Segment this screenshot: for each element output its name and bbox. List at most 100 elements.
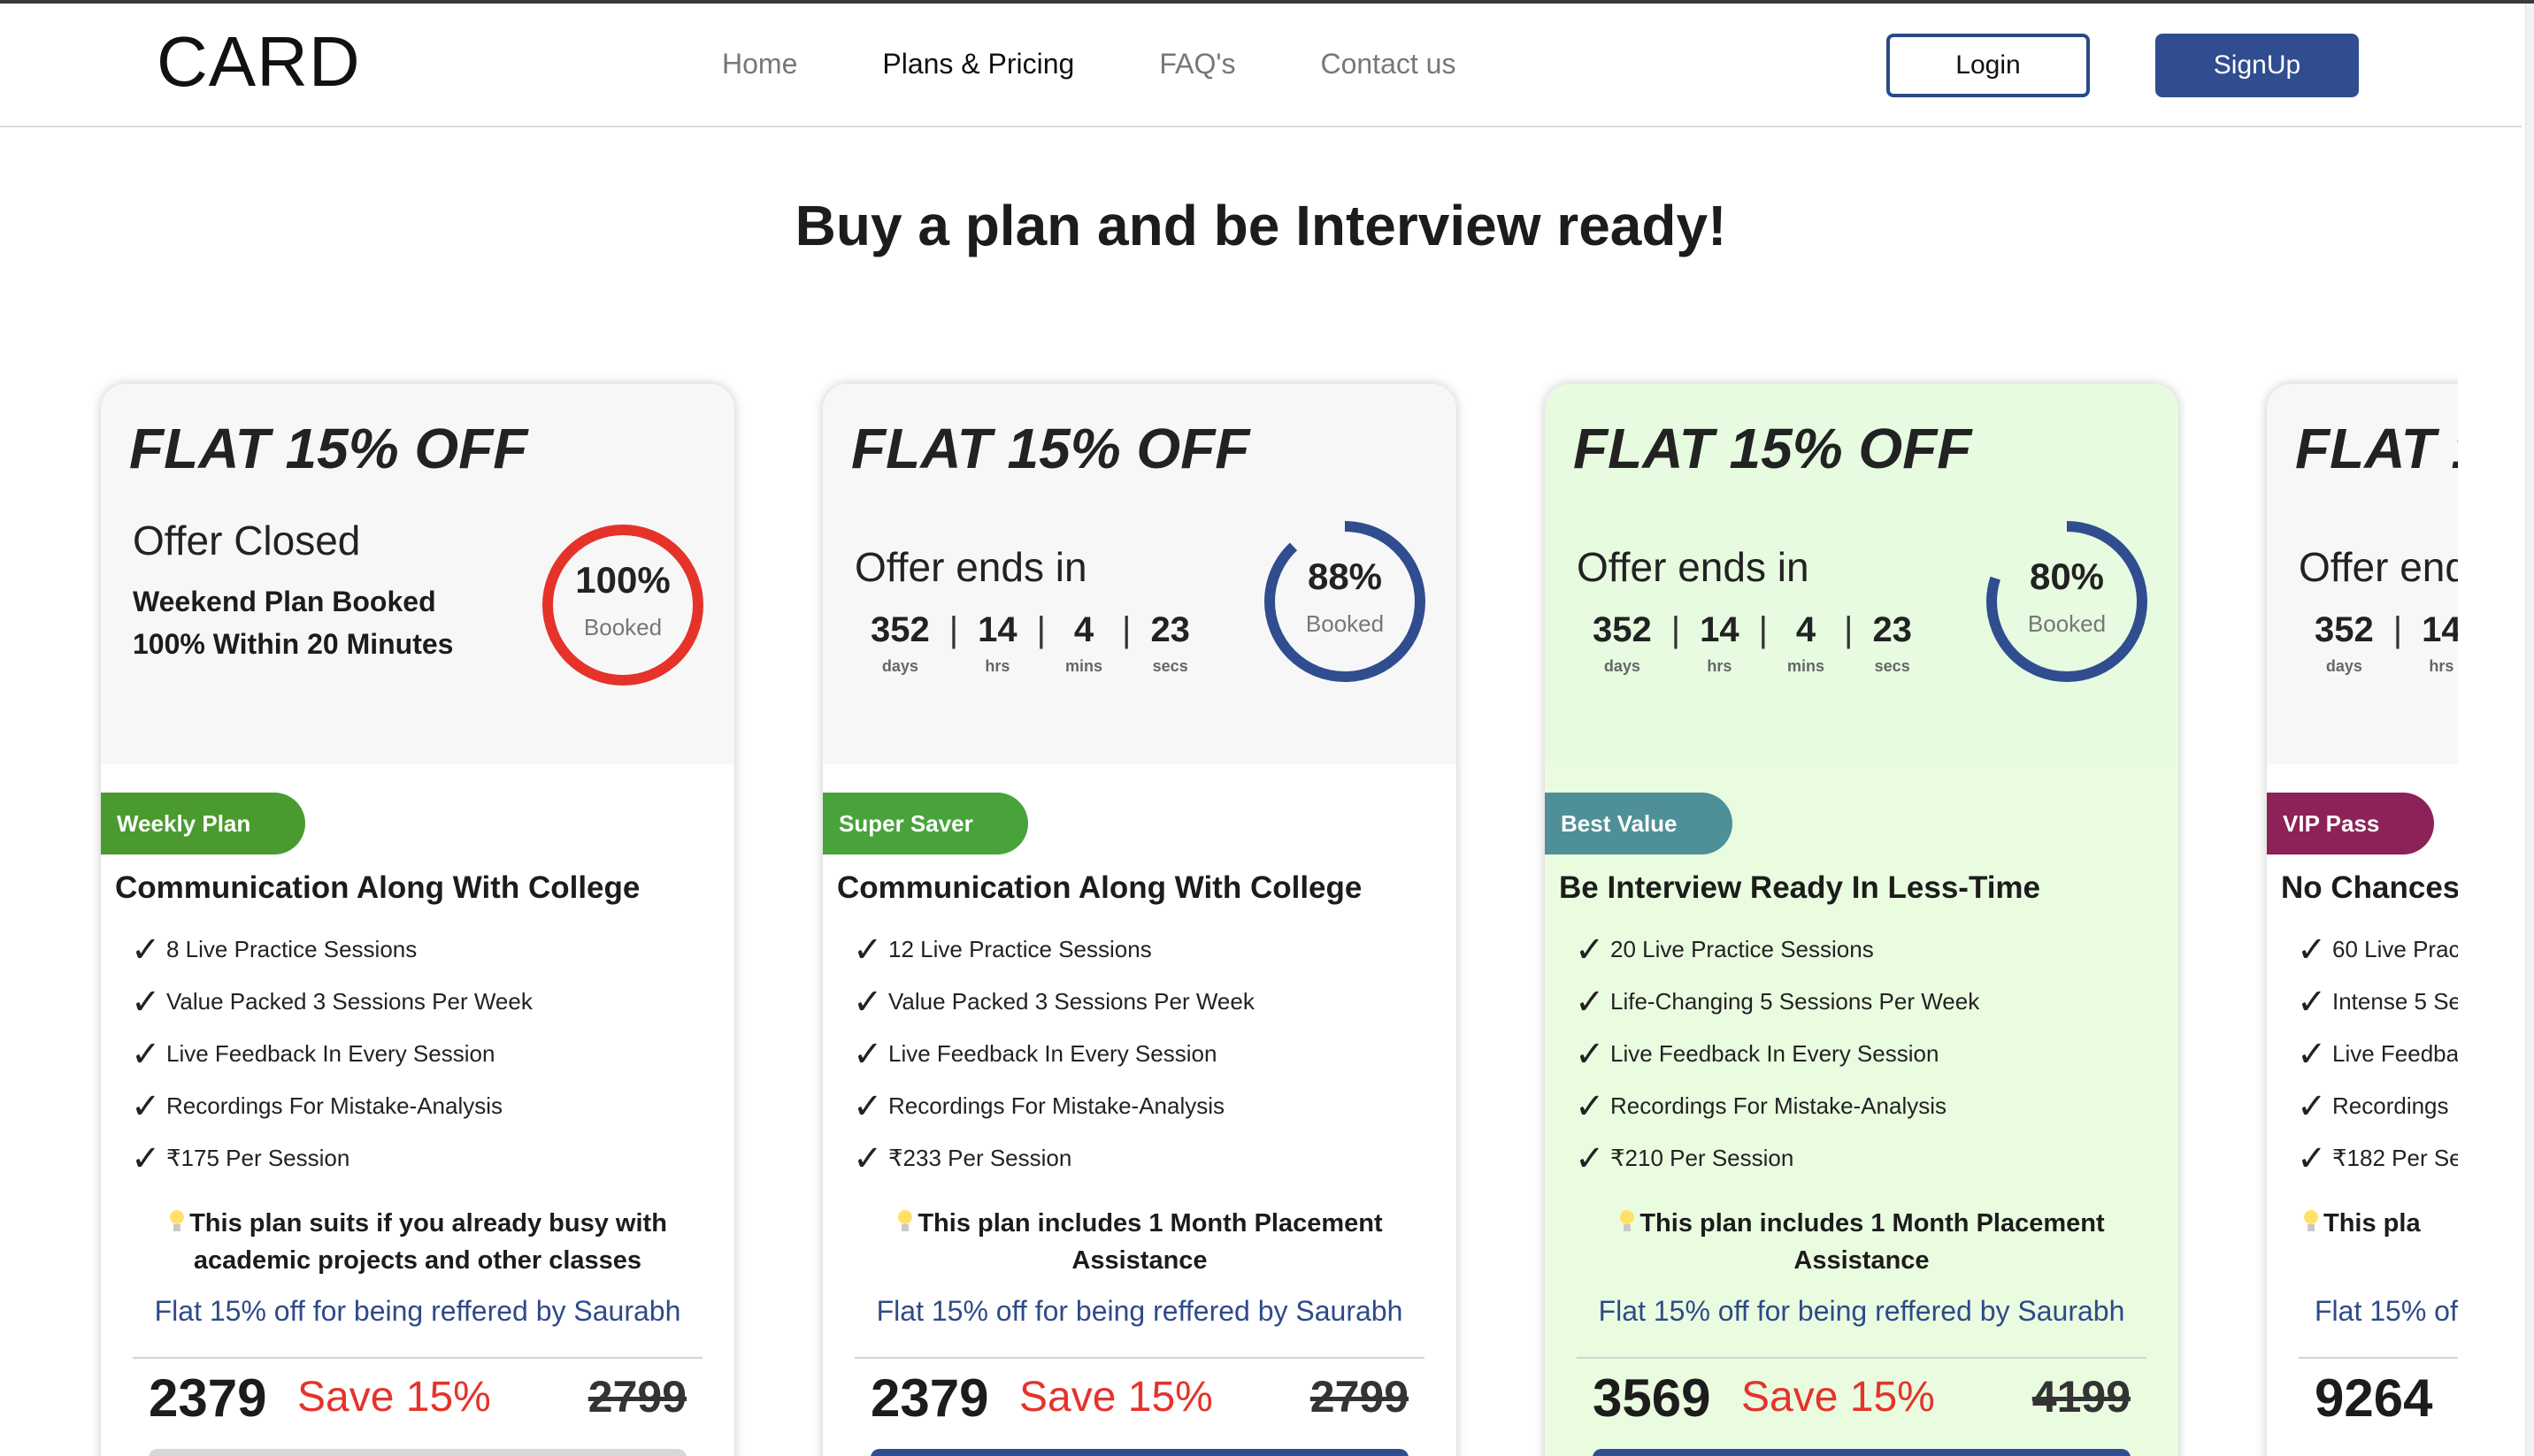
plan-card-super-saver[interactable]: FLAT 15% OFF Offer ends in 352 days | 14 h… [823,384,1456,1456]
feature-item: ✓ ₹233 Per Session [853,1138,1072,1178]
check-icon: ✓ [2297,982,2327,1022]
feature-item: ✓ ₹175 Per Session [131,1138,350,1178]
plan-note: This plan suits if you already busy with… [136,1205,699,1279]
feature-item: ✓ ₹182 Per Se [2297,1138,2458,1178]
nav-link-contact[interactable]: Contact us [1320,48,1455,80]
offer-status: Offer ends in [2299,544,2458,590]
feature-item: ✓ Life-Changing 5 Sessions Per Week [1575,982,1980,1022]
price: 2379 [871,1368,989,1428]
feature-item: ✓ 8 Live Practice Sessions [131,930,418,969]
original-price: 2799 [587,1372,687,1422]
countdown-hours: 14 hrs [978,610,1017,675]
check-icon: ✓ [1575,1086,1605,1126]
feature-item: ✓ Recordings For Mistake-Analysis [853,1086,1225,1126]
brand-logo[interactable]: CARD [157,21,361,103]
booked-label: Booked [583,614,663,640]
plans-container[interactable]: FLAT 15% OFF Offer Closed Weekend Plan B… [0,354,2458,1456]
referral-text: Flat 15% of [2315,1295,2458,1327]
feature-item: ✓ Value Packed 3 Sessions Per Week [853,982,1255,1022]
booked-percentage: 80% [2029,556,2105,597]
feature-list: ✓ 8 Live Practice Sessions ✓ Value Packed … [131,923,533,1184]
booked-label: Booked [1305,610,1385,637]
check-icon: ✓ [853,930,883,969]
page: CARD Home Plans & Pricing FAQ's Contact … [0,0,2534,1456]
plan-title: Communication Along With College [115,870,641,905]
discount-heading: FLAT 15% OFF [2295,417,2458,480]
offer-status: Offer Closed [133,517,361,563]
save-label: Save 15% [297,1374,491,1421]
feature-item: ✓ Intense 5 Se [2297,982,2458,1022]
plan-card-best-value[interactable]: FLAT 15% OFF Offer ends in 352 days | 14 h… [1545,384,2178,1456]
check-icon: ✓ [853,982,883,1022]
feature-list: ✓ 12 Live Practice Sessions ✓ Value Packed… [853,923,1255,1184]
feature-list: ✓ 20 Live Practice Sessions ✓ Life-Changin… [1575,923,1979,1184]
plan-card-vip[interactable]: FLAT 15% OFF Offer ends in 352days | 14h… [2267,384,2458,1456]
check-icon: ✓ [853,1086,883,1126]
countdown-minutes: 4 mins [1065,610,1103,675]
price: 3569 [1593,1368,1711,1428]
feature-item: ✓ Live Feedback In Every Session [131,1034,495,1074]
feature-item: ✓ Live Feedba [2297,1034,2458,1074]
check-icon: ✓ [1575,930,1605,969]
plan-note: This plan includes 1 Month Placement Ass… [858,1205,1421,1279]
booked-progress-ring: 100% Booked [534,517,711,694]
nav-links: Home Plans & Pricing FAQ's Contact us [722,48,1455,80]
feature-item: ✓ Value Packed 3 Sessions Per Week [131,982,533,1022]
check-icon: ✓ [1575,1138,1605,1178]
page-headline: Buy a plan and be Interview ready! [795,194,1727,257]
feature-item: ✓ 20 Live Practice Sessions [1575,930,1874,969]
countdown-timer: 352days | 14hrs | 4mins | 23secs [871,610,1190,676]
offer-closed-message: Weekend Plan Booked 100% Within 20 Minut… [133,586,454,660]
countdown-separator: | [1122,610,1132,649]
referral-text: Flat 15% off for being reffered by Saura… [1598,1295,2125,1327]
plan-title: Communication Along With College [837,870,1363,905]
feature-item: ✓ Recordings [2297,1086,2449,1126]
save-label: Save 15% [1019,1374,1213,1421]
buy-button[interactable] [149,1449,687,1456]
price-divider [1577,1357,2146,1359]
nav-link-plans-pricing[interactable]: Plans & Pricing [882,48,1074,80]
ring-graphic [542,525,703,686]
original-price: 2799 [1309,1372,1409,1422]
feature-item: ✓ ₹210 Per Session [1575,1138,1794,1178]
countdown-separator: | [1670,610,1681,649]
price-divider [855,1357,1424,1359]
plan-note: This plan includes 1 Month Placement Ass… [1580,1205,2143,1279]
nav-link-home[interactable]: Home [722,48,797,80]
countdown-minutes: 4 mins [1787,610,1825,675]
countdown-separator: | [2392,610,2403,649]
check-icon: ✓ [2297,1086,2327,1126]
countdown-separator: | [1844,610,1854,649]
plan-badge: Weekly Plan [101,793,306,854]
buy-button[interactable] [1593,1449,2131,1456]
lightbulb-icon [2302,1210,2320,1233]
ring-graphic [1264,521,1425,682]
check-icon: ✓ [131,1086,161,1126]
offer-status: Offer ends in [1577,544,1809,590]
feature-item: ✓ 60 Live Prac [2297,930,2458,969]
lightbulb-icon [168,1210,186,1233]
countdown-separator: | [948,610,959,649]
buy-button[interactable] [871,1449,1409,1456]
price-divider [133,1357,703,1359]
plan-badge: Super Saver [823,793,1028,854]
login-button[interactable]: Login [1886,34,2090,97]
countdown-days: 352 days [1593,610,1652,675]
signup-button[interactable]: SignUp [2155,34,2359,97]
check-icon: ✓ [1575,1034,1605,1074]
nav-link-faq[interactable]: FAQ's [1159,48,1235,80]
ring-graphic [1986,521,2147,682]
booked-progress-ring: 80% Booked [1978,513,2155,690]
page-scrollbar[interactable] [2525,4,2534,1456]
check-icon: ✓ [2297,1138,2327,1178]
feature-list: ✓ 60 Live Prac ✓ Intense 5 Se ✓ Live Feedba… [2297,923,2458,1184]
check-icon: ✓ [853,1138,883,1178]
plan-card-weekly[interactable]: FLAT 15% OFF Offer Closed Weekend Plan B… [101,384,734,1456]
plan-note: This pla [2302,1205,2421,1242]
discount-heading: FLAT 15% OFF [129,417,528,480]
feature-item: ✓ Live Feedback In Every Session [853,1034,1217,1074]
price: 2379 [149,1368,267,1428]
plan-badge: VIP Pass [2267,793,2435,854]
plan-badge: Best Value [1545,793,1732,854]
countdown-timer: 352days | 14hrs | 4mins | 23secs [1593,610,1912,676]
